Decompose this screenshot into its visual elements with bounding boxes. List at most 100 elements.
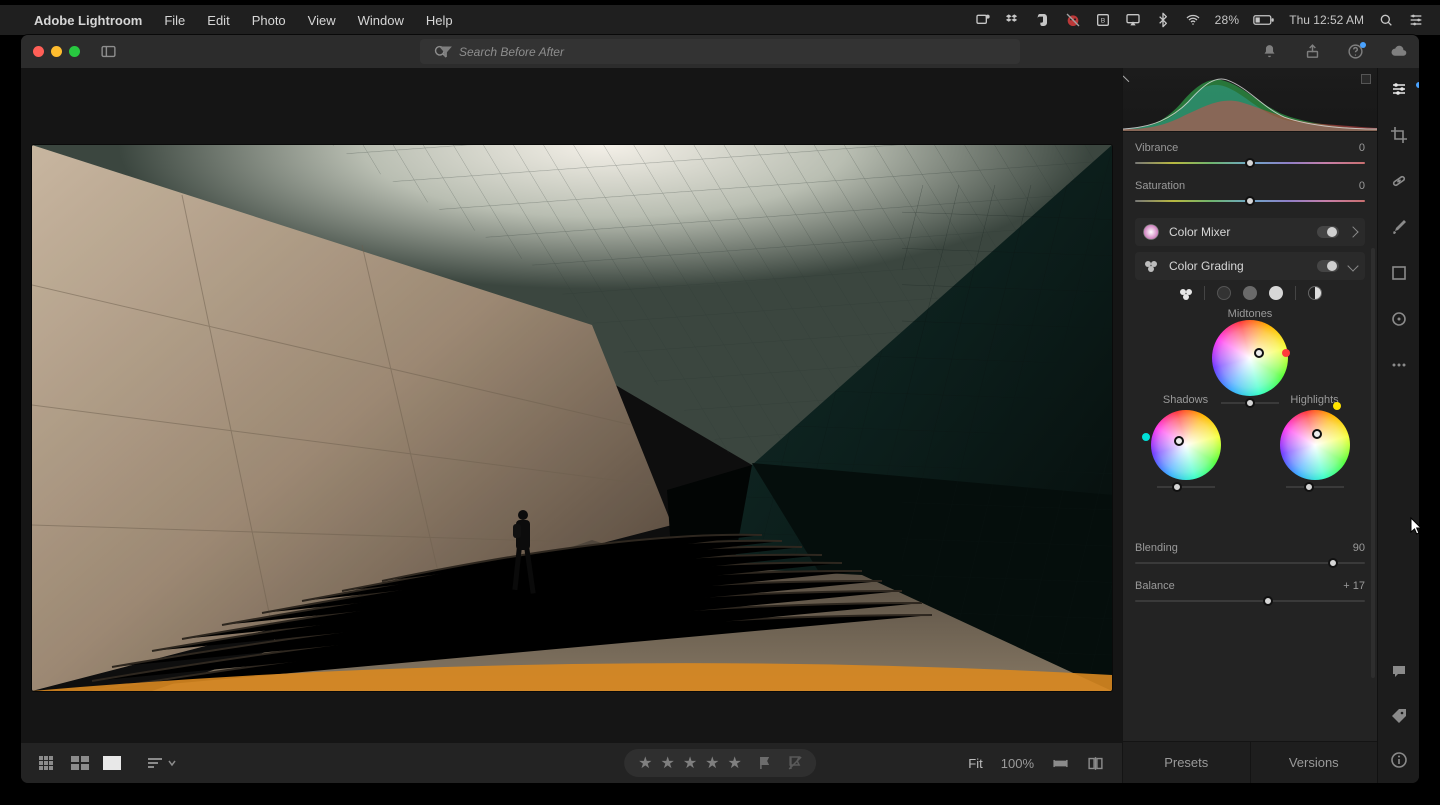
cg-tab-midtones[interactable] [1243,286,1257,300]
image-canvas[interactable] [21,68,1122,743]
airplay-icon[interactable] [1125,12,1141,28]
highlights-wheel-marker [1333,402,1341,410]
text-capture-icon[interactable]: B [1095,12,1111,28]
window-traffic-lights [33,46,80,57]
versions-tab[interactable]: Versions [1250,742,1378,783]
highlights-label: Highlights [1290,394,1338,406]
star-icon[interactable]: ★ [660,753,674,773]
control-center-icon[interactable] [1408,12,1424,28]
color-mixer-label: Color Mixer [1169,225,1230,239]
window-zoom-button[interactable] [69,46,80,57]
presets-tab[interactable]: Presets [1123,742,1250,783]
shadows-luminance-slider[interactable] [1157,486,1215,488]
star-icon[interactable]: ★ [683,753,697,773]
menubar-menus: File Edit Photo View Window Help [164,13,452,28]
window-minimize-button[interactable] [51,46,62,57]
edit-tool-icon[interactable] [1390,80,1408,98]
comments-icon[interactable] [1390,663,1408,681]
zoom-percent[interactable]: 100% [1001,756,1034,771]
chevron-down-icon[interactable] [1347,260,1358,271]
radial-gradient-icon[interactable] [1390,310,1408,328]
histogram-clip-icon[interactable] [1361,74,1371,84]
search-bar[interactable]: Search Before After [420,39,1020,64]
menu-view[interactable]: View [308,13,336,28]
color-grading-label: Color Grading [1169,259,1244,273]
sort-button[interactable] [147,757,176,769]
linear-gradient-icon[interactable] [1390,264,1408,282]
zoom-fit-label[interactable]: Fit [968,756,982,771]
balance-slider[interactable]: Balance + 17 [1135,580,1365,608]
midtones-luminance-slider[interactable] [1221,402,1279,404]
vibrance-slider[interactable]: Vibrance 0 [1135,142,1365,170]
spotlight-icon[interactable] [1378,12,1394,28]
midtones-wheel[interactable] [1212,320,1288,396]
battery-icon[interactable] [1253,12,1275,28]
midtones-wheel-marker [1282,349,1290,357]
saturation-slider[interactable]: Saturation 0 [1135,180,1365,208]
screen-record-icon[interactable] [975,12,991,28]
grid-large-icon[interactable] [71,756,89,770]
window-close-button[interactable] [33,46,44,57]
keywords-icon[interactable] [1390,707,1408,725]
cg-tab-shadows[interactable] [1217,286,1231,300]
color-mixer-toggle[interactable] [1317,226,1339,238]
rating-stars[interactable]: ★ ★ ★ ★ ★ [624,749,816,777]
flag-reject-icon[interactable] [788,756,802,770]
bell-icon[interactable] [1261,43,1278,60]
flag-pick-icon[interactable] [758,756,772,770]
single-view-icon[interactable] [103,756,121,770]
menu-photo[interactable]: Photo [252,13,286,28]
balance-value: + 17 [1343,580,1365,592]
color-grading-tabs [1135,286,1365,300]
filter-icon[interactable] [437,43,454,60]
brush-tool-icon[interactable] [1390,218,1408,236]
star-icon[interactable]: ★ [638,753,652,773]
highlights-wheel-thumb[interactable] [1312,429,1322,439]
highlights-luminance-slider[interactable] [1286,486,1344,488]
menu-help[interactable]: Help [426,13,453,28]
vibrance-label: Vibrance [1135,142,1178,154]
healing-tool-icon[interactable] [1390,172,1408,190]
menu-file[interactable]: File [164,13,185,28]
color-mixer-section[interactable]: Color Mixer [1135,218,1365,246]
color-grading-section[interactable]: Color Grading [1135,252,1365,280]
histogram[interactable] [1123,68,1377,132]
cg-tab-three-way[interactable] [1178,286,1192,300]
cloud-sync-icon[interactable] [1390,43,1407,60]
color-grading-toggle[interactable] [1317,260,1339,272]
battery-percent: 28% [1215,13,1240,27]
chevron-right-icon[interactable] [1347,226,1358,237]
sidebar-toggle-icon[interactable] [100,43,117,60]
help-icon[interactable] [1347,43,1364,60]
more-icon[interactable] [1390,356,1408,374]
wifi-icon[interactable] [1185,12,1201,28]
blending-slider[interactable]: Blending 90 [1135,542,1365,570]
photo-preview [32,145,1112,691]
cg-tab-global[interactable] [1308,286,1322,300]
menu-window[interactable]: Window [358,13,404,28]
share-icon[interactable] [1304,43,1321,60]
scrollbar[interactable] [1371,248,1375,678]
compare-icon[interactable] [1087,755,1104,772]
blending-value: 90 [1353,542,1365,554]
menubar-app-name[interactable]: Adobe Lightroom [34,13,142,28]
dropbox-icon[interactable] [1005,12,1021,28]
crop-tool-icon[interactable] [1390,126,1408,144]
evernote-icon[interactable] [1035,12,1051,28]
star-icon[interactable]: ★ [705,753,719,773]
shadows-wheel-thumb[interactable] [1174,436,1184,446]
lightroom-window: Search Before After [21,35,1419,783]
highlights-wheel[interactable] [1280,410,1350,480]
info-icon[interactable] [1390,751,1408,769]
ladybug-icon[interactable] [1065,12,1081,28]
balance-label: Balance [1135,580,1175,592]
menubar-clock[interactable]: Thu 12:52 AM [1289,13,1364,27]
menu-edit[interactable]: Edit [207,13,229,28]
filmstrip-icon[interactable] [1052,755,1069,772]
shadows-wheel[interactable] [1151,410,1221,480]
midtones-wheel-thumb[interactable] [1254,348,1264,358]
star-icon[interactable]: ★ [728,753,742,773]
cg-tab-highlights[interactable] [1269,286,1283,300]
grid-small-icon[interactable] [39,756,57,770]
bluetooth-icon[interactable] [1155,12,1171,28]
